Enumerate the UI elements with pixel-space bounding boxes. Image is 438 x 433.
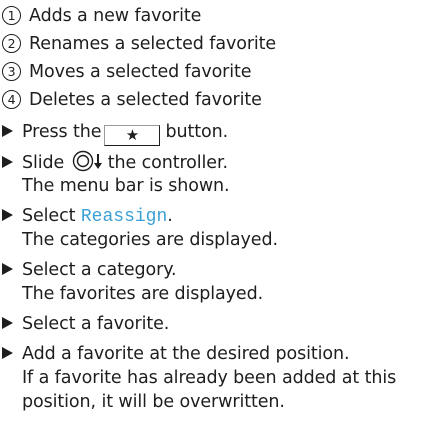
- step-result: The favorites are displayed.: [22, 284, 264, 304]
- circled-number-1-icon: 1: [2, 6, 21, 25]
- legend-text: Renames a selected favorite: [29, 34, 277, 54]
- legend-item-4: 4 Deletes a selected favorite: [0, 88, 262, 112]
- circled-number-3-icon: 3: [2, 62, 21, 81]
- legend-text: Deletes a selected favorite: [29, 90, 262, 110]
- arrow-right-icon: [2, 263, 13, 275]
- arrow-right-icon: [2, 209, 13, 221]
- circled-number-2-icon: 2: [2, 34, 21, 53]
- step-result: If a favorite has already been added at …: [22, 368, 397, 388]
- step-result: position, it will be overwritten.: [22, 392, 285, 412]
- step-text: .: [167, 206, 173, 226]
- step-select-favorite: Select a favorite.: [0, 312, 169, 336]
- step-text: button.: [165, 122, 229, 142]
- step-slide-controller: Slide the controller.: [0, 150, 228, 175]
- step-press-favorites-button: Press the ★ button.: [0, 120, 228, 146]
- step-result: The categories are displayed.: [22, 230, 278, 250]
- legend-text: Adds a new favorite: [29, 6, 202, 26]
- legend-item-1: 1 Adds a new favorite: [0, 4, 201, 28]
- step-text: the controller.: [107, 153, 228, 173]
- step-select-reassign: Select Reassign.: [0, 204, 173, 229]
- step-text: Select a favorite.: [22, 314, 170, 334]
- arrow-right-icon: [2, 156, 13, 168]
- arrow-right-icon: [2, 125, 13, 137]
- circled-number-4-icon: 4: [2, 90, 21, 109]
- arrow-right-icon: [2, 347, 13, 359]
- favorites-star-button: ★: [104, 125, 161, 146]
- legend-item-3: 3 Moves a selected favorite: [0, 60, 252, 84]
- step-select-category: Select a category.: [0, 258, 177, 282]
- step-text: Add a favorite at the desired position.: [22, 344, 350, 364]
- arrow-right-icon: [2, 317, 13, 329]
- step-add-favorite: Add a favorite at the desired position.: [0, 342, 350, 366]
- step-text: Slide: [22, 153, 65, 173]
- controller-slide-down-icon: [72, 150, 104, 172]
- step-result: The menu bar is shown.: [22, 176, 230, 196]
- legend-text: Moves a selected favorite: [29, 62, 252, 82]
- legend-item-2: 2 Renames a selected favorite: [0, 32, 276, 56]
- step-text: Press the: [22, 122, 102, 142]
- step-text: Select a category.: [22, 260, 177, 280]
- reassign-menu-item: Reassign: [80, 207, 168, 227]
- step-text: Select: [22, 206, 76, 226]
